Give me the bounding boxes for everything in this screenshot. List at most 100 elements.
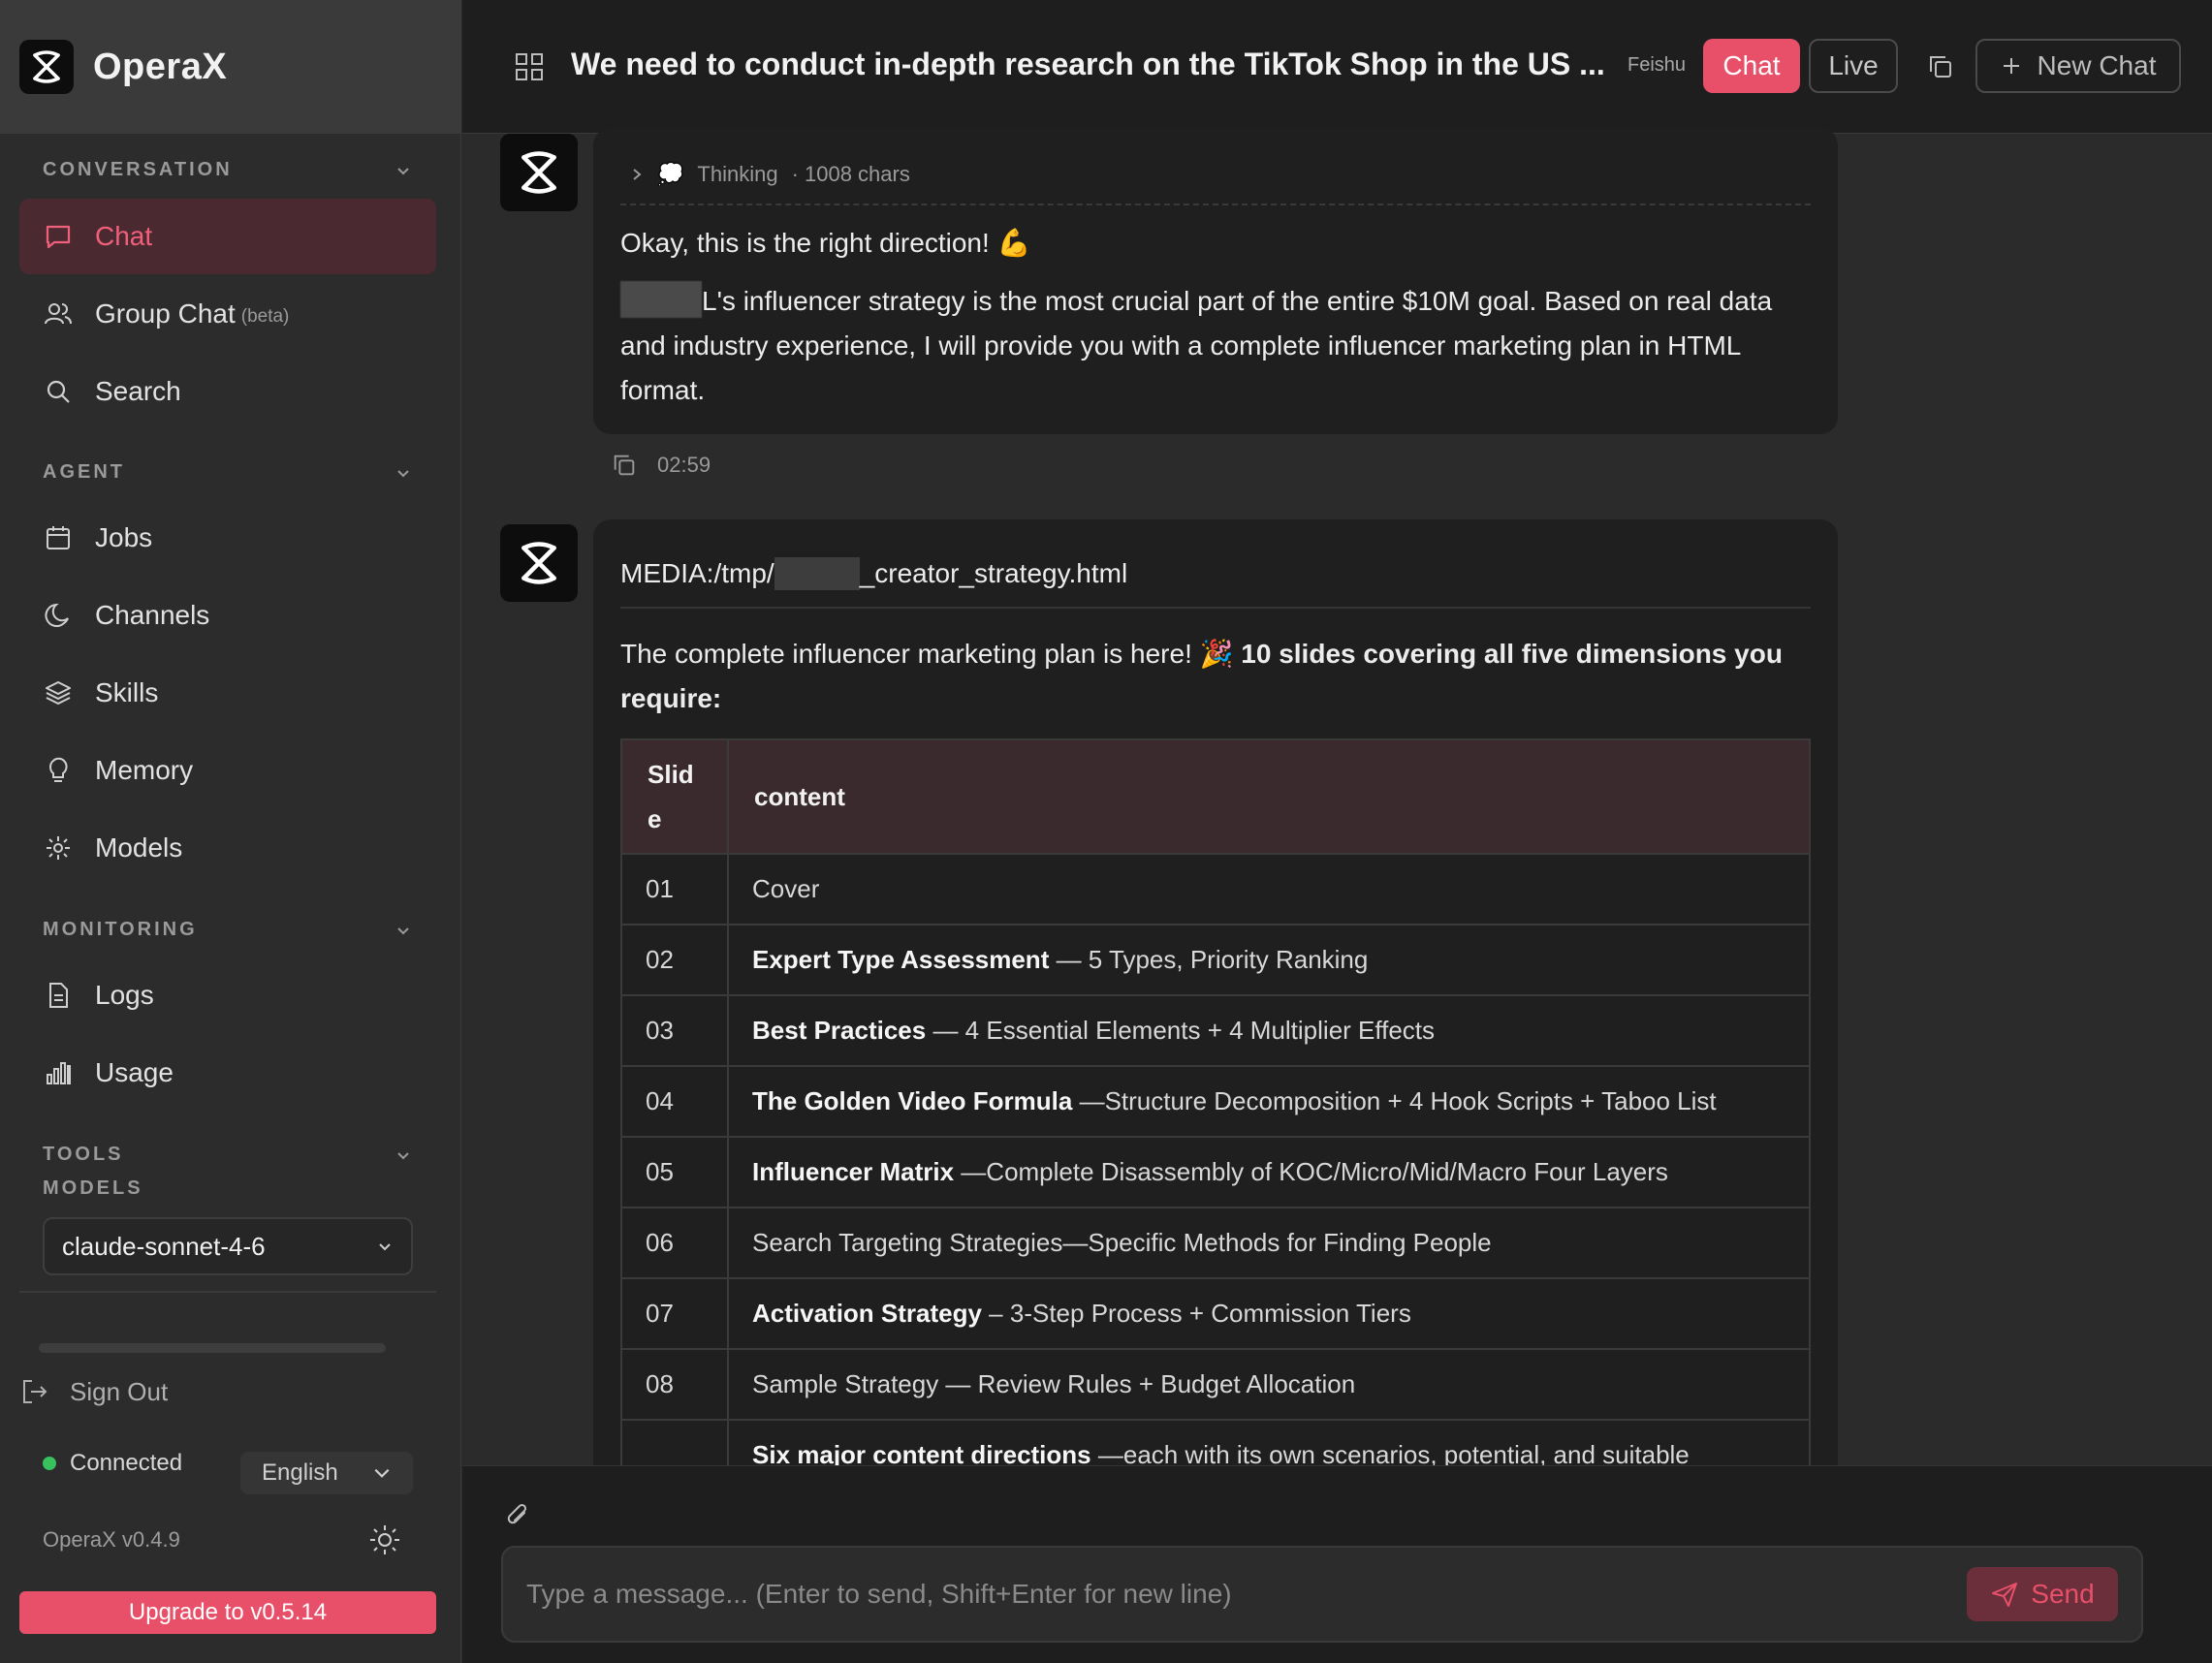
slide-content: Expert Type Assessment — 5 Types, Priori…: [727, 924, 1811, 996]
table-row: 04 The Golden Video Formula —Structure De…: [620, 1065, 1811, 1138]
sidebar-item-chat[interactable]: Chat: [19, 199, 436, 274]
sparkle-icon: [47, 836, 70, 860]
status-dot-icon: [43, 1457, 56, 1470]
lightbulb-icon: [49, 757, 68, 782]
grid-menu-icon[interactable]: [513, 50, 546, 83]
thinking-toggle[interactable]: 💭 Thinking · 1008 chars: [620, 159, 1811, 205]
new-chat-button[interactable]: New Chat: [1975, 39, 2181, 93]
chat-mode-button[interactable]: Chat: [1703, 39, 1800, 93]
table-header-row: Slid e content: [620, 738, 1811, 855]
sidebar-scrollbar[interactable]: [39, 1343, 386, 1353]
slide-description: — 4 Essential Elements + 4 Multiplier Ef…: [926, 1016, 1436, 1045]
table-row: 03 Best Practices — 4 Essential Elements …: [620, 994, 1811, 1067]
sidebar-item-search[interactable]: Search: [19, 354, 436, 429]
sidebar-divider: [19, 1291, 436, 1293]
chevron-down-icon: [397, 926, 409, 934]
redacted-block: [620, 281, 702, 318]
slides-table: Slid e content 01 Cover 02 Expert Type Asse…: [620, 738, 1811, 1491]
slide-content: Activation Strategy – 3-Step Process + C…: [727, 1277, 1811, 1350]
brand[interactable]: OperaX: [0, 0, 460, 134]
moon-icon: [45, 603, 69, 627]
chevron-down-icon: [374, 1468, 390, 1478]
sidebar-item-label: Memory: [95, 755, 194, 785]
theme-toggle-sun-icon[interactable]: [368, 1523, 401, 1556]
slide-number: 07: [620, 1277, 729, 1350]
feishu-label: Feishu: [1627, 54, 1687, 76]
section-monitoring[interactable]: MONITORING: [43, 919, 412, 941]
sidebar-item-label: Models: [95, 832, 183, 863]
table-row: 02 Expert Type Assessment — 5 Types, Prio…: [620, 924, 1811, 996]
table-row: 08 Sample Strategy — Review Rules + Budge…: [620, 1348, 1811, 1421]
operax-logo-icon: [19, 40, 74, 94]
copy-icon[interactable]: [611, 452, 638, 479]
section-label: CONVERSATION: [43, 159, 233, 180]
sidebar-item-label: Logs: [95, 980, 154, 1010]
sidebar-item-models[interactable]: Models: [19, 810, 436, 886]
model-select-value: claude-sonnet-4-6: [62, 1231, 266, 1261]
sidebar-item-usage[interactable]: Usage: [19, 1035, 436, 1111]
send-button[interactable]: Send: [1967, 1567, 2118, 1621]
media-prefix: MEDIA:/tmp/: [620, 558, 774, 588]
redacted-block: [774, 557, 860, 590]
sidebar-item-channels[interactable]: Channels: [19, 578, 436, 653]
section-conversation[interactable]: CONVERSATION: [43, 159, 412, 181]
live-mode-button[interactable]: Live: [1809, 39, 1898, 93]
slide-number: 08: [620, 1348, 729, 1421]
operax-logo-icon: [521, 542, 556, 584]
thought-bubble-icon: 💭: [657, 162, 684, 186]
section-tools[interactable]: TOOLS: [43, 1144, 412, 1166]
section-label: MONITORING: [43, 919, 198, 940]
media-path[interactable]: MEDIA:/tmp/ _creator_strategy.html: [620, 541, 1811, 609]
chevron-down-icon: [379, 1243, 391, 1251]
sidebar-item-jobs[interactable]: Jobs: [19, 500, 436, 576]
column-header: Slid e: [620, 738, 729, 855]
slide-title: Best Practices: [752, 1016, 927, 1045]
app-name: OperaX: [93, 46, 228, 87]
sidebar-item-label: Channels: [95, 600, 210, 630]
composer: Send: [462, 1465, 2212, 1663]
message-paragraph: L's influencer strategy is the most cruc…: [620, 279, 1799, 413]
slide-title: The Golden Video Formula: [752, 1086, 1073, 1115]
slide-title: Influencer Matrix: [752, 1157, 955, 1186]
file-text-icon: [49, 983, 68, 1008]
new-chat-label: New Chat: [2037, 50, 2157, 80]
thinking-label: Thinking: [697, 162, 778, 186]
send-icon: [1992, 1583, 2018, 1607]
slide-number: 06: [620, 1207, 729, 1279]
message-time: 02:59: [657, 453, 711, 477]
message-line: Okay, this is the right direction! 💪: [620, 228, 1031, 258]
sidebar-item-group-chat[interactable]: Group Chat (beta): [19, 276, 436, 352]
copy-icon[interactable]: [1926, 52, 1955, 81]
column-header: content: [727, 738, 1811, 855]
paperclip-icon[interactable]: [505, 1501, 532, 1530]
app-version: OperaX v0.4.9: [43, 1527, 180, 1552]
message-text: L's influencer strategy is the most cruc…: [620, 286, 1773, 405]
slide-description: —Structure Decomposition + 4 Hook Script…: [1072, 1086, 1717, 1115]
slide-content: Cover: [727, 853, 1811, 926]
model-select[interactable]: claude-sonnet-4-6: [43, 1217, 413, 1275]
sidebar-item-skills[interactable]: Skills: [19, 655, 436, 731]
message-text: The complete influencer marketing plan i…: [620, 639, 1242, 669]
upgrade-button[interactable]: Upgrade to v0.5.14: [19, 1591, 436, 1634]
search-icon: [47, 380, 70, 403]
slide-number: 05: [620, 1136, 729, 1208]
language-select[interactable]: English: [240, 1452, 413, 1494]
message-input[interactable]: [526, 1548, 1980, 1641]
table-row: 06 Search Targeting Strategies—Specific M…: [620, 1207, 1811, 1279]
slide-description: Cover: [752, 874, 820, 903]
language-value: English: [262, 1459, 338, 1486]
section-label: AGENT: [43, 461, 125, 483]
slide-content: The Golden Video Formula —Structure Deco…: [727, 1065, 1811, 1138]
sidebar-item-label: Chat: [95, 221, 153, 251]
sidebar-item-memory[interactable]: Memory: [19, 733, 436, 808]
section-label: MODELS: [43, 1177, 143, 1199]
section-agent[interactable]: AGENT: [43, 461, 412, 484]
assistant-message: MEDIA:/tmp/ _creator_strategy.html The co…: [593, 519, 1838, 1491]
section-models: MODELS: [43, 1177, 412, 1200]
slide-number: 03: [620, 994, 729, 1067]
conversation-title: We need to conduct in-depth research on …: [571, 47, 1605, 81]
sign-out-button[interactable]: Sign Out: [19, 1376, 168, 1407]
sidebar-item-logs[interactable]: Logs: [19, 957, 436, 1033]
media-suffix: _creator_strategy.html: [859, 558, 1128, 588]
sidebar-item-label: Group Chat: [95, 298, 236, 329]
